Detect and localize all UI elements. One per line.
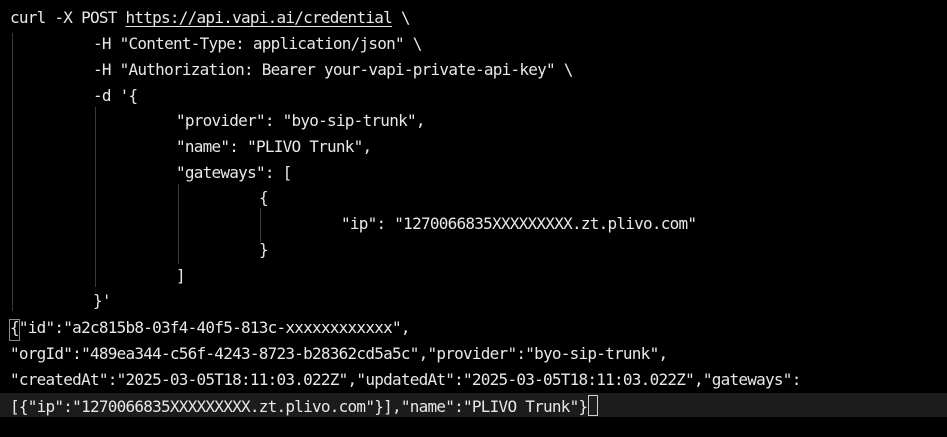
command-line-7: "gateways": [ (176, 163, 292, 182)
text-cursor (588, 395, 599, 416)
command-line-11: ] (176, 266, 186, 285)
indent-guide (95, 107, 96, 287)
command-line-6: "name": "PLIVO Trunk", (176, 137, 372, 156)
command-line-8: { (259, 188, 269, 207)
command-line-4: -d '{ (93, 86, 138, 105)
command-line-5: "provider": "byo-sip-trunk", (176, 111, 425, 130)
line-continuation: \ (391, 8, 411, 27)
command-line-12: }' (93, 291, 112, 310)
response-line-1: {"id":"a2c815b8-03f4-40f5-813c-xxxxxxxxx… (10, 318, 410, 337)
api-url-link[interactable]: https://api.vapi.ai/credential (125, 8, 392, 27)
code-editor[interactable]: curl -X POST https://api.vapi.ai/credent… (0, 0, 947, 437)
command-line-10: } (259, 240, 269, 259)
indent-guide (12, 33, 13, 311)
command-line-9: "ip": "1270066835XXXXXXXXX.zt.plivo.com" (341, 214, 697, 233)
indent-guide (260, 208, 261, 242)
response-line-2: "orgId":"489ea344-c56f-4243-8723-b28362c… (10, 344, 668, 363)
response-line-4: [{"ip":"1270066835XXXXXXXXX.zt.plivo.com… (10, 395, 599, 417)
command-line-2: -H "Content-Type: application/json" \ (93, 34, 422, 53)
command-line-1: curl -X POST https://api.vapi.ai/credent… (10, 7, 410, 29)
indent-guide (178, 184, 179, 264)
response-line-3: "createdAt":"2025-03-05T18:11:03.022Z","… (10, 370, 801, 389)
response-line-4-text: [{"ip":"1270066835XXXXXXXXX.zt.plivo.com… (10, 397, 588, 416)
curl-command: curl -X POST (10, 8, 126, 27)
command-line-3: -H "Authorization: Bearer your-vapi-priv… (93, 60, 573, 79)
